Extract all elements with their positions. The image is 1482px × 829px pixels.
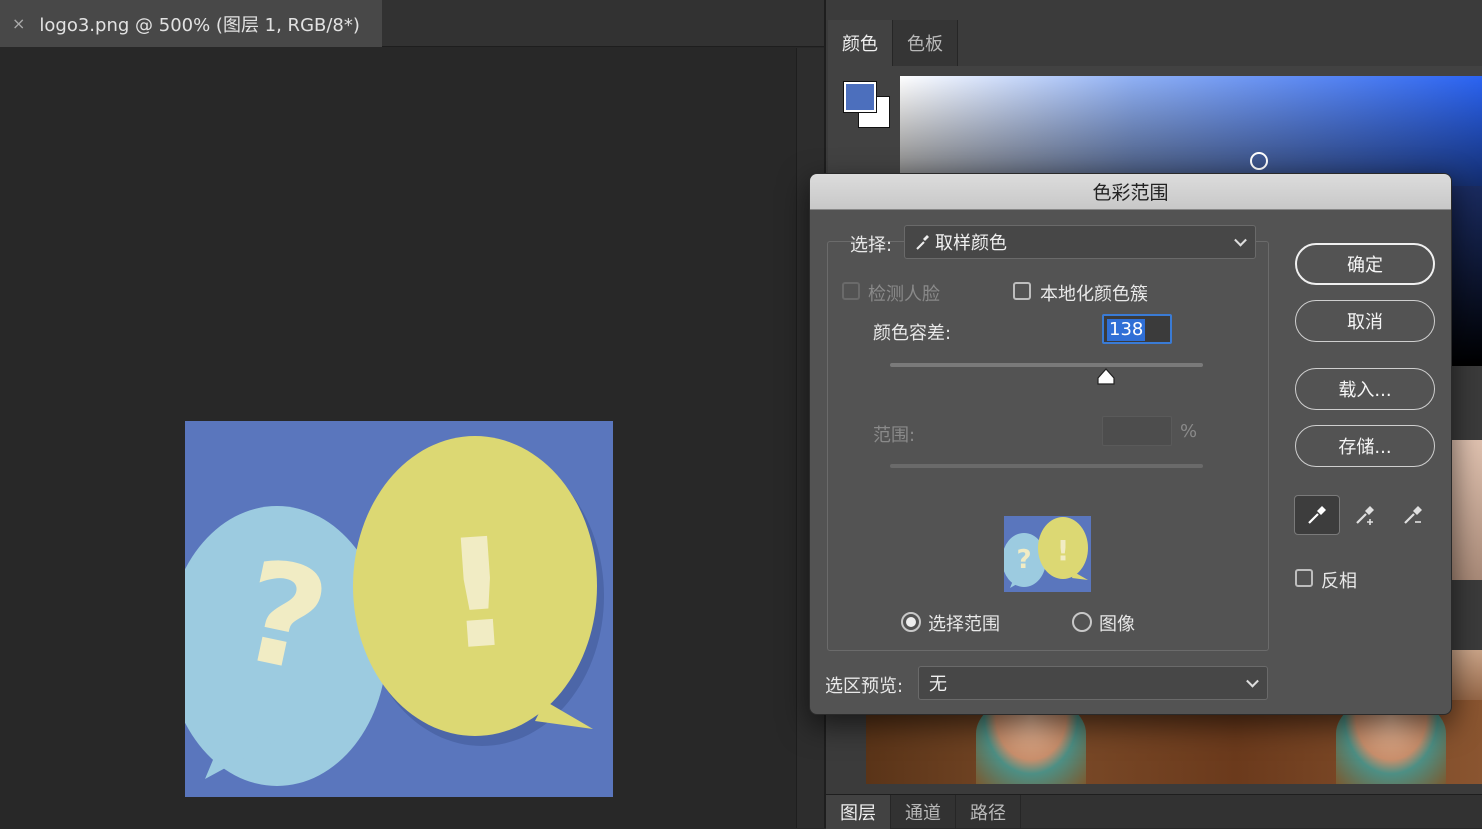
dialog-title: 色彩范围 (810, 174, 1451, 210)
color-range-dialog: 色彩范围 选择: 取样颜色 检测人脸 本地化颜色簇 颜色容差: 138 范围: … (809, 173, 1452, 715)
eyedropper-tool[interactable] (1294, 495, 1340, 535)
range-unit: % (1180, 421, 1198, 442)
tab-swatches[interactable]: 色板 (893, 20, 958, 66)
select-value: 取样颜色 (935, 233, 1007, 254)
detect-faces-label: 检测人脸 (868, 284, 940, 305)
tab-channels[interactable]: 通道 (891, 795, 956, 829)
image-radio-label: 图像 (1099, 614, 1135, 635)
fuzziness-slider[interactable] (890, 363, 1203, 367)
foreground-color-swatch[interactable] (843, 81, 877, 113)
fuzziness-value: 138 (1107, 319, 1146, 341)
canvas-image[interactable]: ? ! (185, 421, 613, 797)
preview-question-mark: ? (1016, 545, 1031, 575)
range-input (1102, 416, 1172, 446)
color-spectrum-field[interactable] (900, 76, 1482, 186)
eyedropper-minus-icon (1404, 506, 1422, 524)
fuzziness-label: 颜色容差: (873, 323, 952, 344)
selection-preview-value: 无 (929, 674, 947, 695)
save-button[interactable]: 存储... (1295, 425, 1435, 467)
selection-preview-thumbnail[interactable]: ? ! (1004, 516, 1091, 592)
color-spectrum-edge (1450, 186, 1482, 366)
eyedropper-icon (1308, 506, 1326, 524)
detect-faces-checkbox[interactable] (842, 282, 860, 300)
add-to-sample-eyedropper[interactable] (1342, 495, 1388, 535)
chevron-down-icon (1234, 233, 1247, 247)
localized-clusters-label: 本地化颜色簇 (1040, 284, 1148, 305)
invert-label: 反相 (1321, 571, 1357, 592)
image-radio[interactable] (1072, 612, 1092, 632)
color-picker-ring[interactable] (1250, 152, 1268, 170)
eyedropper-plus-icon (1356, 506, 1374, 525)
ok-button[interactable]: 确定 (1295, 243, 1435, 285)
select-label: 选择: (850, 235, 893, 256)
document-tab-bar: × logo3.png @ 500% (图层 1, RGB/8*) (0, 0, 824, 47)
tab-color[interactable]: 颜色 (828, 20, 893, 66)
tab-layers[interactable]: 图层 (826, 795, 891, 829)
speech-bubbles-logo: ? ! (185, 421, 613, 797)
preview-exclamation-mark: ! (1057, 534, 1070, 567)
invert-checkbox[interactable] (1295, 569, 1313, 587)
selection-preview-dropdown[interactable]: 无 (918, 666, 1268, 700)
exclamation-mark: ! (438, 506, 518, 684)
close-tab-icon[interactable]: × (12, 14, 25, 33)
cancel-button[interactable]: 取消 (1295, 300, 1435, 342)
document-tab[interactable]: × logo3.png @ 500% (图层 1, RGB/8*) (0, 0, 382, 47)
range-slider (890, 464, 1203, 468)
document-tab-title: logo3.png @ 500% (图层 1, RGB/8*) (39, 14, 360, 36)
color-panel (828, 66, 1482, 186)
selection-preview-label: 选区预览: (825, 676, 904, 697)
localized-clusters-checkbox[interactable] (1013, 282, 1031, 300)
subtract-from-sample-eyedropper[interactable] (1390, 495, 1436, 535)
preview-logo-image: ? ! (1004, 516, 1091, 592)
selection-radio[interactable] (901, 612, 921, 632)
photo-thumbnail-edge (1450, 440, 1482, 580)
fuzziness-input[interactable]: 138 (1102, 314, 1172, 344)
tab-paths[interactable]: 路径 (956, 795, 1021, 829)
fuzziness-slider-thumb[interactable] (1096, 368, 1116, 386)
select-dropdown[interactable]: 取样颜色 (904, 225, 1256, 259)
eyedropper-icon (916, 235, 929, 250)
load-button[interactable]: 载入... (1295, 368, 1435, 410)
selection-radio-label: 选择范围 (928, 614, 1000, 635)
layers-panel-tabs: 图层 通道 路径 (826, 794, 1482, 829)
color-panel-tabs: 颜色 色板 (828, 20, 958, 66)
range-label: 范围: (873, 425, 916, 446)
chevron-down-icon (1246, 674, 1259, 688)
